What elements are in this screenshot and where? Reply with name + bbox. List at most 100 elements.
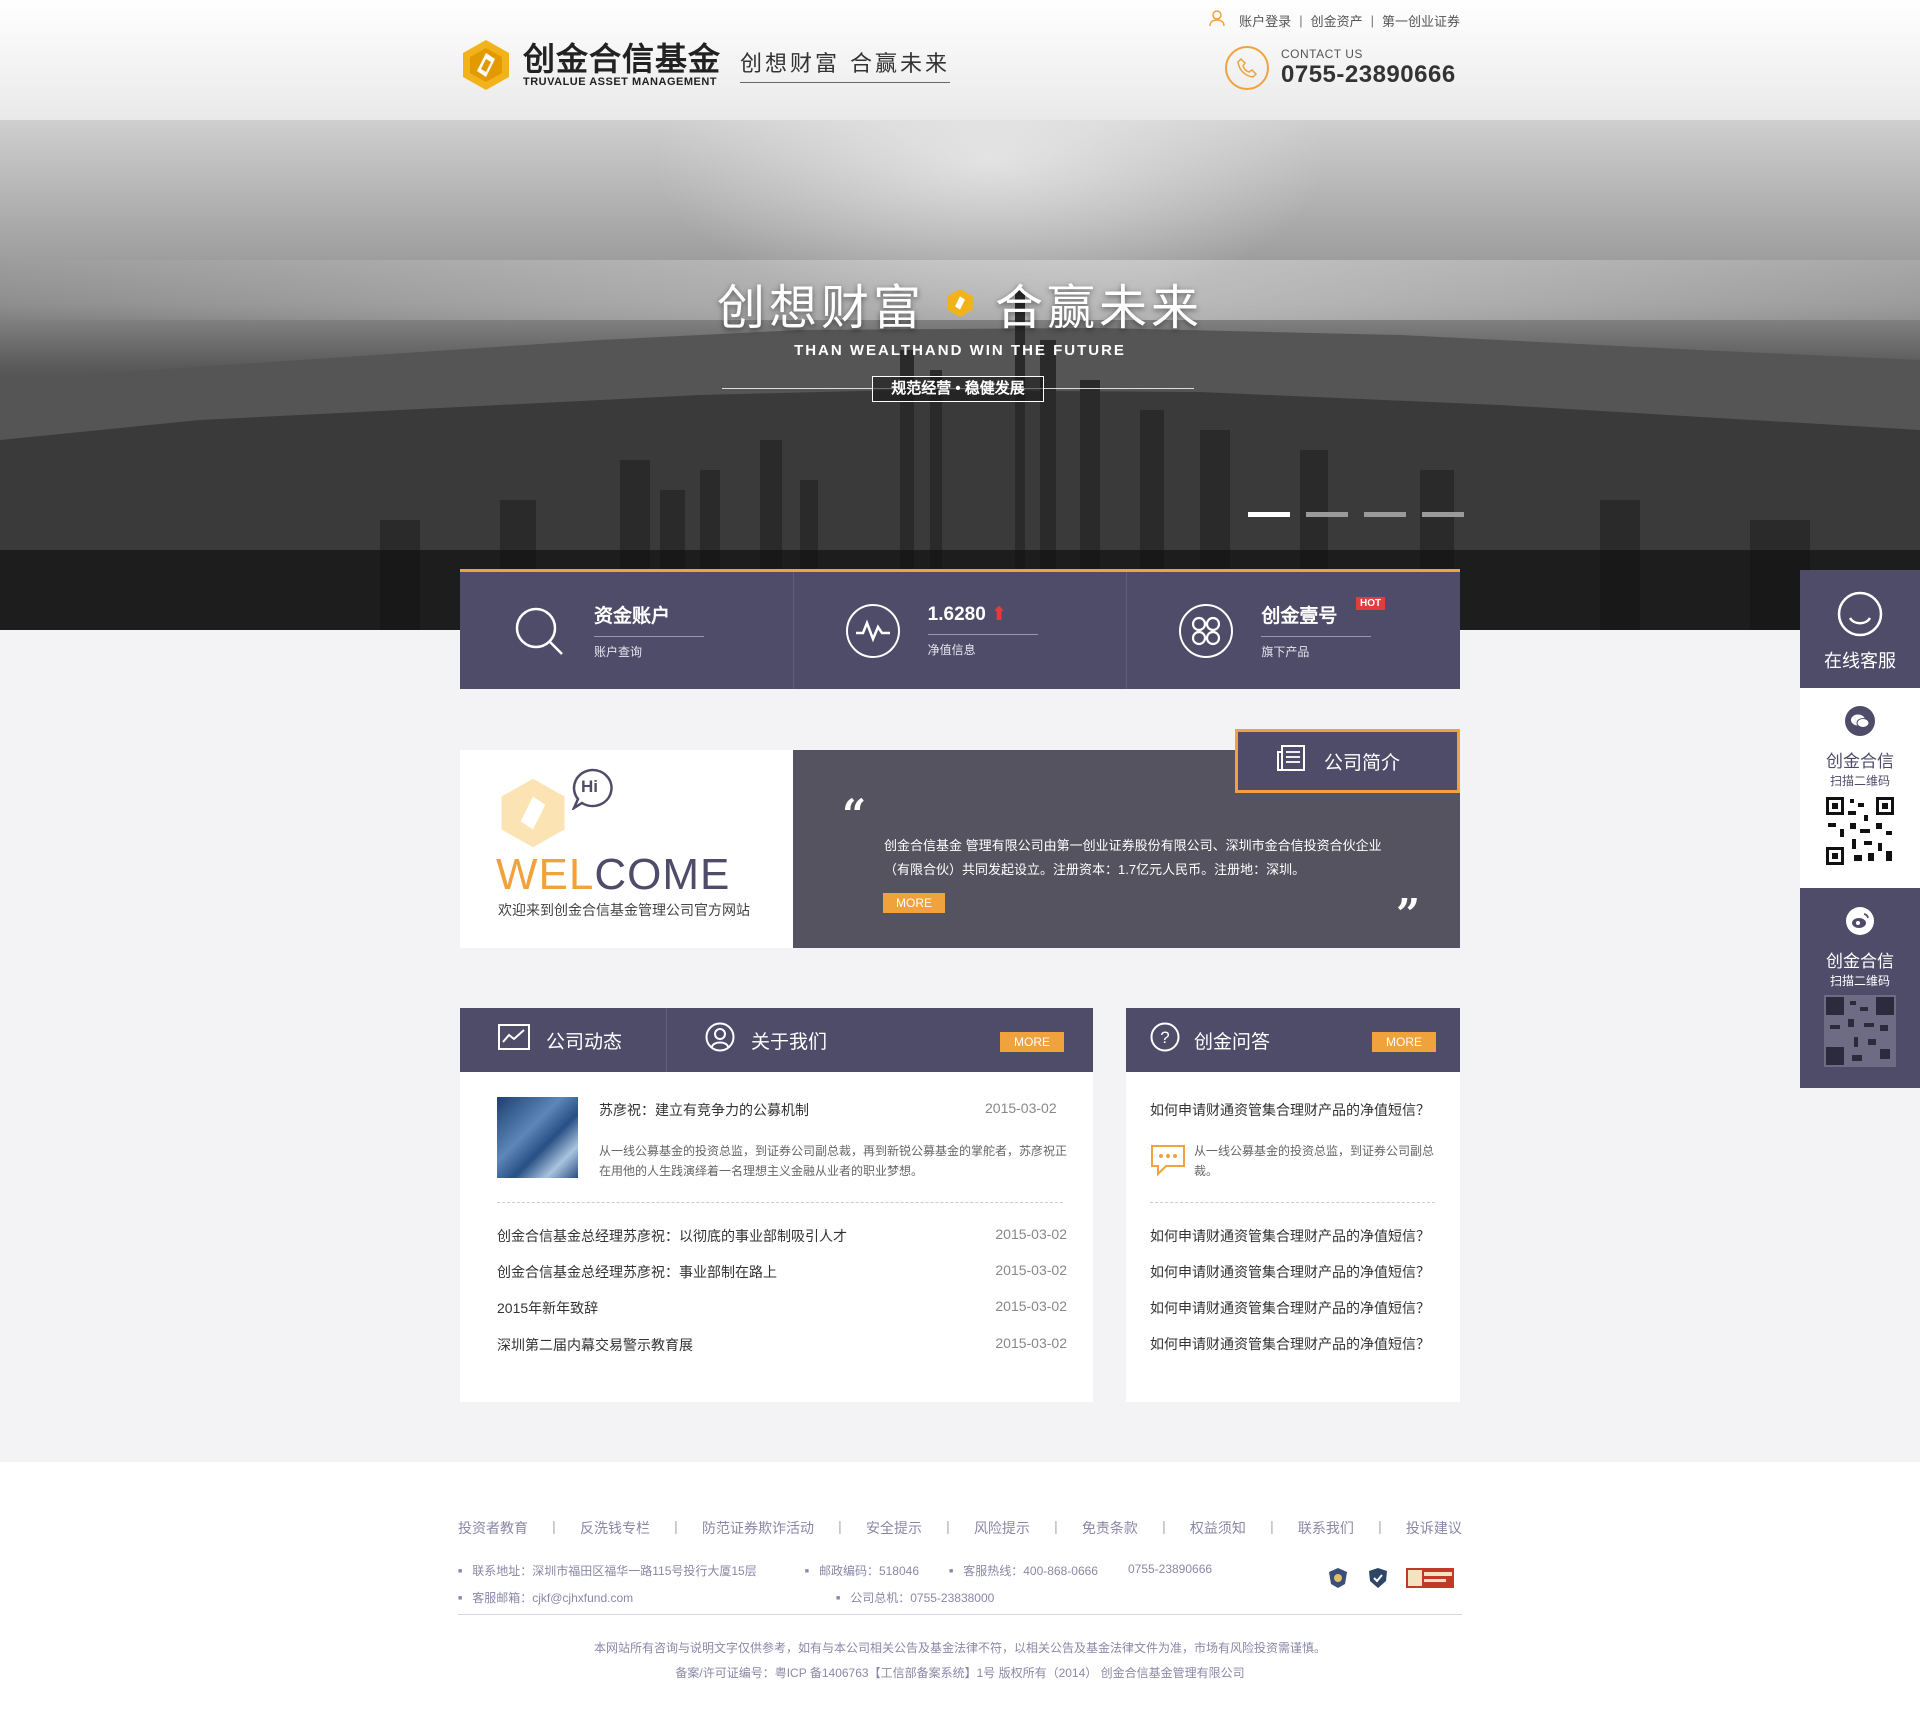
news-date: 2015-03-02 [995, 1335, 1067, 1351]
divider: | [1162, 1518, 1166, 1534]
footer-hotline: 客服热线：400-868-0666 [949, 1562, 1098, 1579]
logo-text: 创金合信基金 [523, 41, 722, 77]
logo-mark-icon [947, 289, 973, 317]
tab-company-intro[interactable]: 公司简介 [1235, 729, 1460, 793]
securities-link[interactable]: 第一创业证券 [1382, 11, 1460, 30]
contact-phone: 0755-23890666 [1281, 61, 1456, 88]
news-title[interactable]: 深圳第二届内幕交易警示教育展 [497, 1335, 693, 1355]
news-featured-title[interactable]: 苏彦祝：建立有竞争力的公募机制 [599, 1100, 809, 1120]
police-badge-icon[interactable] [1326, 1566, 1350, 1590]
footer-info: 联系地址：深圳市福田区福华一路115号投行大厦15层 邮政编码：518046 客… [458, 1562, 1462, 1616]
weibo-qr-code[interactable] [1824, 995, 1896, 1067]
assets-link[interactable]: 创金资产 [1311, 11, 1363, 30]
footer-postcode: 邮政编码：518046 [805, 1562, 919, 1579]
disclaimer-text: 本网站所有咨询与说明文字仅供参考，如有与本公司相关公告及基金法律不符，以相关公告… [593, 1641, 1326, 1655]
online-service-button[interactable]: 在线客服 [1800, 570, 1920, 688]
svg-text:?: ? [1160, 1028, 1169, 1047]
footer-switchboard: 公司总机：0755-23838000 [836, 1589, 994, 1606]
footer-link[interactable]: 安全提示 [866, 1518, 922, 1538]
footer-link[interactable]: 反洗钱专栏 [580, 1518, 650, 1538]
footer-disclaimer: 本网站所有咨询与说明文字仅供参考，如有与本公司相关公告及基金法律不符，以相关公告… [0, 1636, 1920, 1686]
tab-about-us[interactable]: 关于我们 [666, 1008, 865, 1072]
wechat-qr-code[interactable] [1824, 795, 1896, 867]
news-thumbnail[interactable] [497, 1097, 578, 1178]
news-title[interactable]: 2015年新年致辞 [497, 1298, 598, 1318]
smile-icon [1837, 591, 1883, 637]
list-item[interactable]: 如何申请财通资管集合理财产品的净值短信？ [1150, 1298, 1430, 1318]
search-icon [512, 604, 566, 658]
contact-label: CONTACT US [1281, 47, 1363, 61]
list-item[interactable]: 如何申请财通资管集合理财产品的净值短信？ [1150, 1334, 1430, 1354]
side-float-bar: 在线客服 创金合信 扫描二维码 创金合信 扫描二维码 [1800, 570, 1920, 1088]
slide-indicator [1248, 512, 1464, 517]
footer-link[interactable]: 权益须知 [1190, 1518, 1246, 1538]
news-title[interactable]: 创金合信基金总经理苏彦祝：事业部制在路上 [497, 1262, 777, 1282]
service-sub: 账户查询 [594, 645, 643, 659]
tab-label: 公司动态 [546, 1031, 623, 1053]
login-link[interactable]: 账户登录 [1239, 11, 1291, 30]
slide-dot[interactable] [1248, 512, 1290, 517]
service-sub: 旗下产品 [1261, 645, 1310, 659]
chat-icon [1150, 1144, 1186, 1181]
divider [1150, 1202, 1435, 1203]
news-date: 2015-03-02 [995, 1262, 1067, 1278]
slogan: 创想财富 合赢未来 [740, 46, 950, 83]
service-product[interactable]: 创金壹号 旗下产品 [1126, 572, 1460, 689]
hero-tag: 规范经营 • 稳健发展 [872, 376, 1044, 402]
footer-link[interactable]: 投资者教育 [458, 1518, 528, 1538]
intro-text: 创金合信基金 管理有限公司由第一创业证券股份有限公司、深圳市金合信投资合伙企业（… [884, 838, 1382, 877]
list-item[interactable]: 2015年新年致辞 2015-03-02 [497, 1298, 1067, 1318]
footer-link[interactable]: 联系我们 [1298, 1518, 1354, 1538]
top-links: 账户登录 | 创金资产 | 第一创业证券 [1209, 10, 1460, 30]
logo-mark-icon [463, 40, 509, 90]
slide-dot[interactable] [1364, 512, 1406, 517]
welcome-heading: WELCOME [496, 850, 730, 900]
slide-dot[interactable] [1306, 512, 1348, 517]
service-nav[interactable]: 1.6280 ⬆ 净值信息 [792, 572, 1127, 689]
news-more-button[interactable]: MORE [1000, 1032, 1064, 1052]
product-icon [1179, 603, 1234, 658]
footer-link[interactable]: 防范证券欺诈活动 [702, 1518, 814, 1538]
list-item[interactable]: 创金合信基金总经理苏彦祝：事业部制在路上 2015-03-02 [497, 1262, 1067, 1282]
footer-link[interactable]: 投诉建议 [1406, 1518, 1462, 1538]
nav-value: 1.6280 [927, 604, 986, 625]
welcome-card: Hi WELCOME 欢迎来到创金合信基金管理公司官方网站 [460, 750, 793, 948]
tab-company-news[interactable]: 公司动态 [460, 1008, 666, 1072]
hero-title-left: 创想财富 [716, 282, 925, 335]
site-logo[interactable]: 创金合信基金 TRUVALUE ASSET MANAGEMENT [459, 38, 721, 92]
qa-more-button[interactable]: MORE [1372, 1032, 1436, 1052]
hero-banner [0, 120, 1920, 630]
footer-address: 联系地址：深圳市福田区福华一路115号投行大厦15层 [458, 1562, 756, 1579]
list-item[interactable]: 深圳第二届内幕交易警示教育展 2015-03-02 [497, 1335, 1067, 1355]
divider: | [1054, 1518, 1058, 1534]
question-icon: ? [1150, 1022, 1180, 1058]
service-title: 资金账户 [594, 601, 704, 637]
slide-dot[interactable] [1422, 512, 1464, 517]
divider: | [1299, 12, 1303, 28]
footer-link[interactable]: 免责条款 [1082, 1518, 1138, 1538]
service-bar: 资金账户 账户查询 1.6280 ⬆ 净值信息 创金壹号 旗下产品 [460, 569, 1460, 689]
list-item[interactable]: 创金合信基金总经理苏彦祝：以彻底的事业部制吸引人才 2015-03-02 [497, 1226, 1067, 1246]
weibo-qr-block: 创金合信 扫描二维码 [1800, 888, 1920, 1088]
qa-featured-question[interactable]: 如何申请财通资管集合理财产品的净值短信？ [1150, 1100, 1430, 1120]
wechat-qr-block: 创金合信 扫描二维码 [1800, 688, 1920, 888]
divider: | [946, 1518, 950, 1534]
shield-icon[interactable] [1366, 1566, 1390, 1590]
service-account[interactable]: 资金账户 账户查询 [460, 572, 793, 689]
icp-text: 备案/许可证编号：粤ICP 备1406763【工信部备案系统】1号 版权所有（2… [675, 1666, 1245, 1680]
news-date: 2015-03-02 [995, 1298, 1067, 1314]
news-title[interactable]: 创金合信基金总经理苏彦祝：以彻底的事业部制吸引人才 [497, 1226, 847, 1246]
list-item[interactable]: 如何申请财通资管集合理财产品的净值短信？ [1150, 1226, 1430, 1246]
logo-subtext: TRUVALUE ASSET MANAGEMENT [523, 76, 717, 88]
news-featured-date: 2015-03-02 [985, 1100, 1057, 1116]
credit-badge-icon[interactable] [1406, 1568, 1454, 1588]
service-title: 1.6280 ⬆ [927, 603, 1038, 635]
welcome-word-b: COME [594, 850, 731, 899]
logo-watermark-icon [501, 778, 565, 848]
footer-link[interactable]: 风险提示 [974, 1518, 1030, 1538]
intro-more-button[interactable]: MORE [883, 893, 945, 913]
weibo-scan: 扫描二维码 [1829, 974, 1890, 988]
welcome-word-a: WEL [496, 850, 595, 899]
list-item[interactable]: 如何申请财通资管集合理财产品的净值短信？ [1150, 1262, 1430, 1282]
divider: | [1378, 1518, 1382, 1534]
